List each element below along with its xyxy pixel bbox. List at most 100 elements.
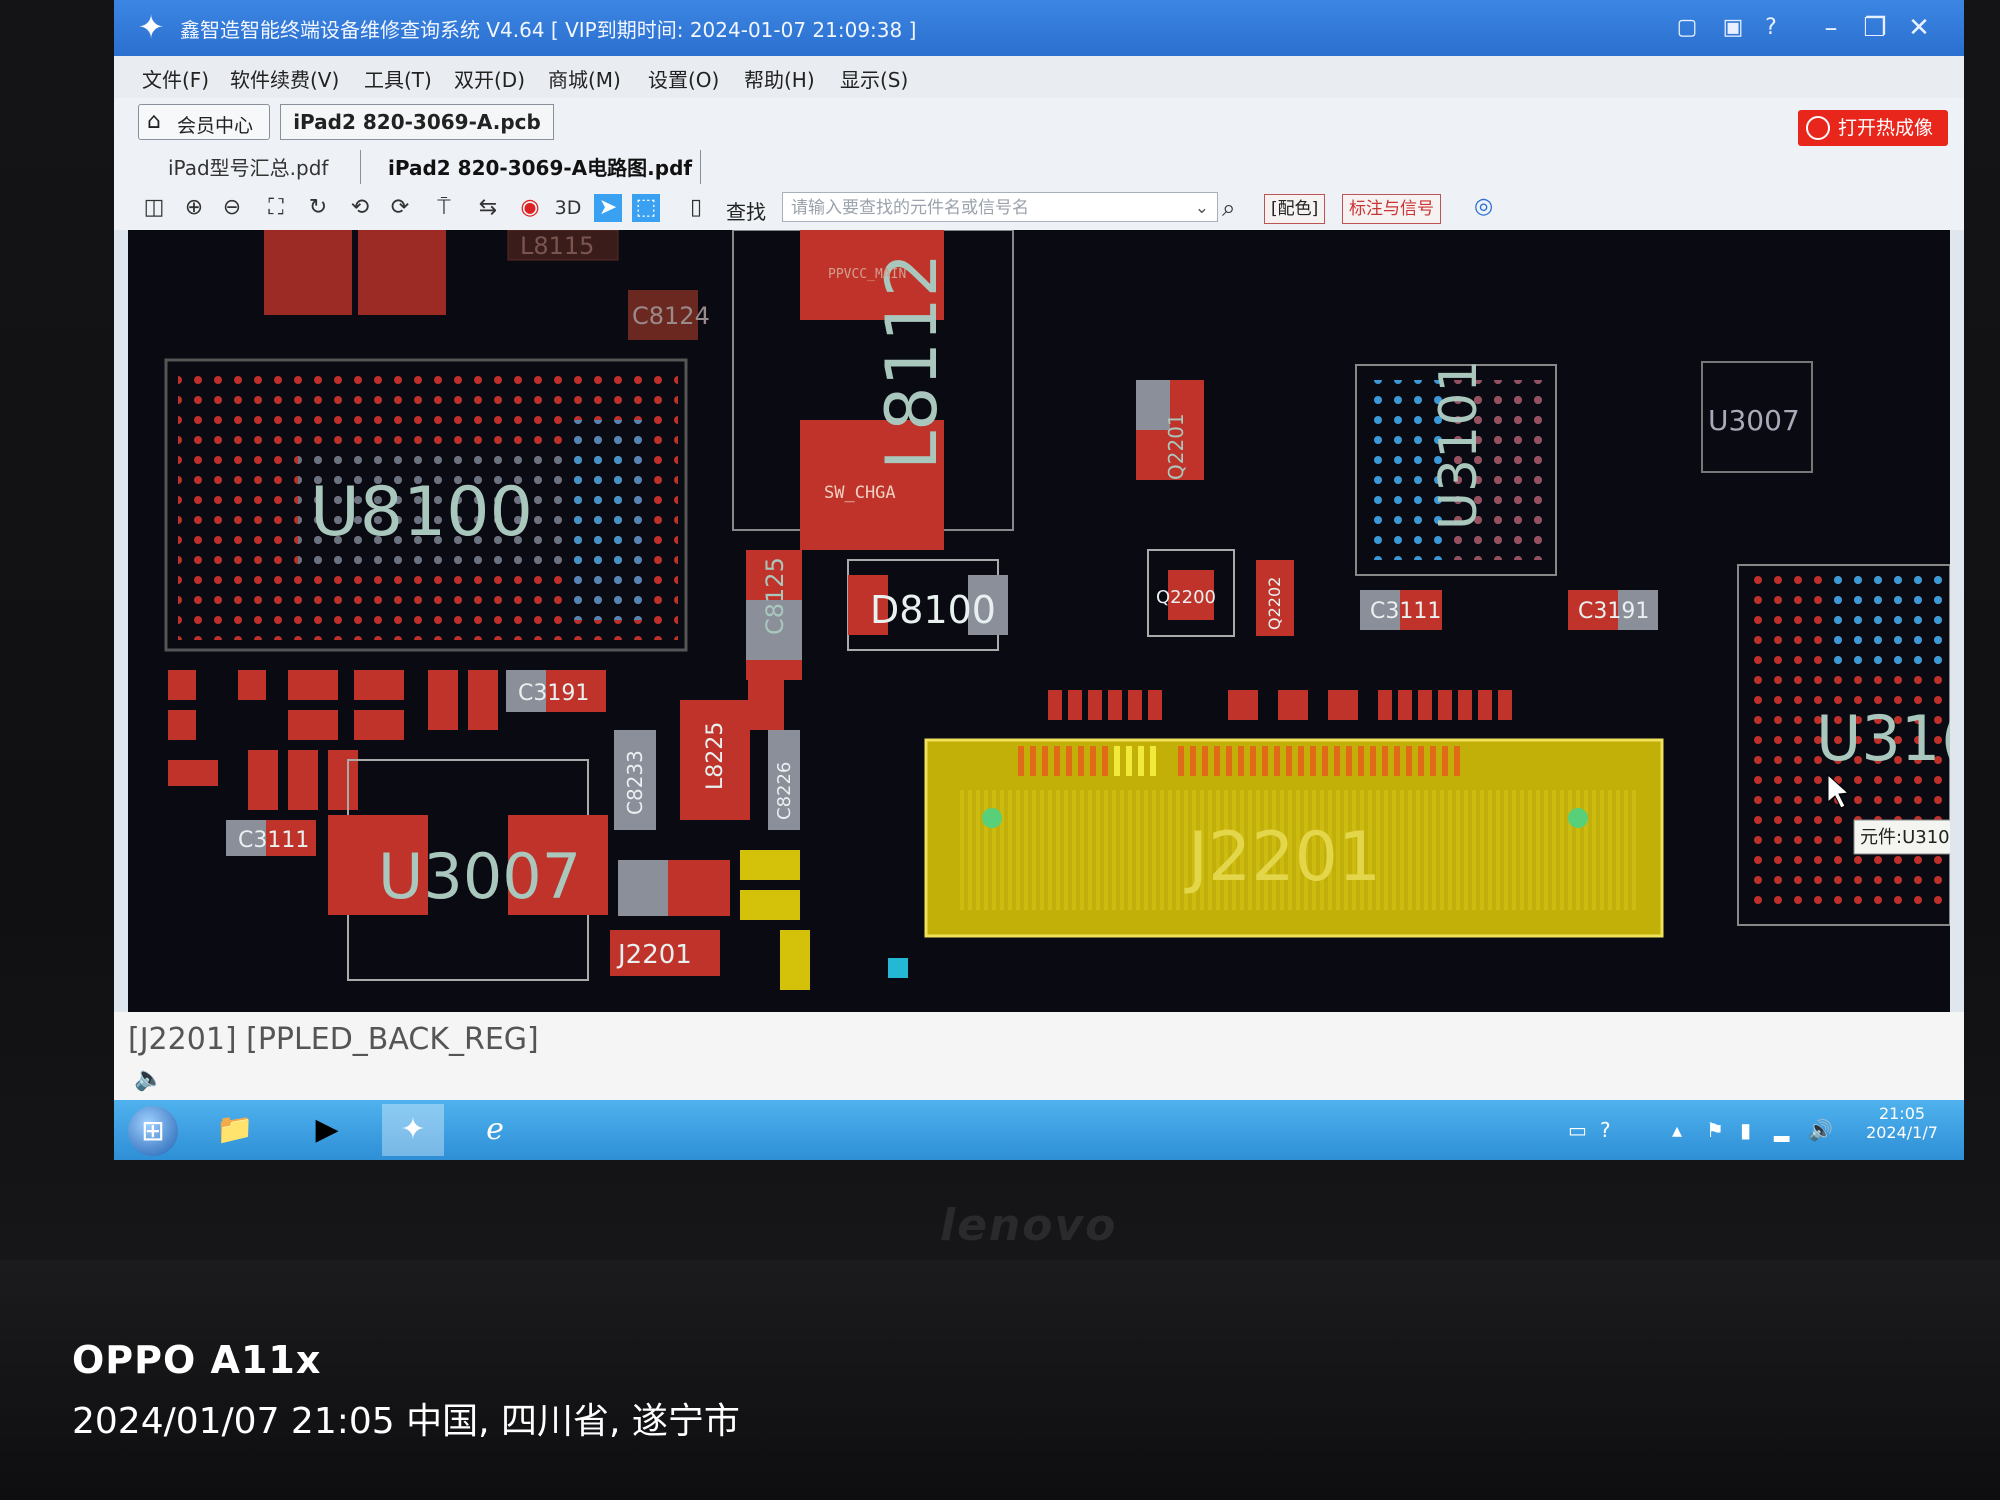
label-l8115: L8115 bbox=[520, 232, 594, 260]
label-sw-chga: SW_CHGA bbox=[824, 483, 896, 503]
mirror-icon[interactable]: ⇆ bbox=[474, 194, 502, 222]
label-u8100: U8100 bbox=[310, 473, 533, 552]
label-q2202: Q2202 bbox=[1265, 577, 1284, 630]
menu-display[interactable]: 显示(S) bbox=[840, 64, 908, 93]
zoom-in-icon[interactable]: ⊕ bbox=[180, 194, 208, 222]
status-area: [J2201] [PPLED_BACK_REG] 🔈 bbox=[114, 1012, 1964, 1100]
tray-expand-icon[interactable]: ▴ bbox=[1672, 1118, 1682, 1142]
menu-store[interactable]: 商城(M) bbox=[548, 64, 621, 93]
tray-volume-icon[interactable]: 🔊 bbox=[1808, 1118, 1833, 1142]
document-tab-bar: iPad型号汇总.pdf iPad2 820-3069-A电路图.pdf bbox=[114, 148, 1964, 187]
tab-divider bbox=[700, 150, 701, 184]
photo-info-watermark: 2024/01/07 21:05 中国, 四川省, 遂宁市 bbox=[72, 1401, 740, 1442]
tray-network-icon[interactable]: ▭ bbox=[1568, 1118, 1587, 1142]
title-bar: ✦ 鑫智造智能终端设备维修查询系统 V4.64 [ VIP到期时间: 2024-… bbox=[114, 0, 1964, 56]
component-tooltip: 元件:U3100 bbox=[1860, 827, 1950, 848]
close-icon[interactable]: ✕ bbox=[1902, 12, 1936, 44]
tab-ipad-models[interactable]: iPad型号汇总.pdf bbox=[168, 152, 328, 181]
restore-icon[interactable]: ❐ bbox=[1858, 12, 1892, 44]
tray-help-icon[interactable]: ? bbox=[1600, 1118, 1611, 1142]
member-center-button[interactable]: ⌂ 会员中心 bbox=[138, 104, 270, 140]
label-ppvcc-main: PPVCC_MAIN bbox=[828, 267, 906, 282]
speaker-icon[interactable]: 🔈 bbox=[134, 1064, 164, 1092]
label-d8228: J2201 bbox=[616, 940, 692, 970]
clock-time: 21:05 bbox=[1878, 1104, 1926, 1123]
label-c8154: C8233 bbox=[623, 750, 647, 815]
label-c3111: C3111 bbox=[1370, 599, 1441, 624]
mouse-icon[interactable]: ▯ bbox=[682, 194, 710, 222]
menu-settings[interactable]: 设置(O) bbox=[648, 64, 719, 93]
screen: ✦ 鑫智造智能终端设备维修查询系统 V4.64 [ VIP到期时间: 2024-… bbox=[114, 0, 1964, 1160]
start-button[interactable]: ⊞ bbox=[128, 1106, 178, 1156]
label-c8155: C3191 bbox=[518, 681, 589, 706]
tray-battery-icon[interactable]: ▮ bbox=[1740, 1118, 1751, 1142]
label-u3100: U31( bbox=[1816, 702, 1950, 775]
photo-device-watermark: OPPO A11x bbox=[72, 1338, 322, 1382]
laptop-brand-logo: lenovo bbox=[940, 1200, 1118, 1251]
label-l8229: L8225 bbox=[703, 722, 728, 790]
fit-view-icon[interactable]: ⛶ bbox=[262, 194, 290, 222]
pcb-file-tab[interactable]: iPad2 820-3069-A.pcb bbox=[280, 104, 554, 140]
tab-divider bbox=[360, 150, 361, 184]
label-q2201: Q2201 bbox=[1164, 413, 1188, 480]
help-icon[interactable]: ? bbox=[1754, 12, 1788, 44]
view-3d-button[interactable]: 3D bbox=[554, 194, 582, 222]
label-u3101: U3101 bbox=[1429, 360, 1489, 530]
label-q2200: Q2200 bbox=[1156, 587, 1216, 608]
chevron-down-icon[interactable]: ⌄ bbox=[1195, 193, 1209, 223]
window-title: 鑫智造智能终端设备维修查询系统 V4.64 [ VIP到期时间: 2024-01… bbox=[180, 18, 917, 42]
explorer-icon[interactable]: 📁 bbox=[204, 1104, 266, 1156]
label-c8124: C8124 bbox=[632, 302, 710, 330]
search-input[interactable]: 请输入要查找的元件名或信号名 ⌄ bbox=[782, 192, 1218, 222]
pcb-drawing[interactable]: U8100 L8115 C8124 L8112 SW_CHGA PPVCC_MA… bbox=[128, 230, 1950, 1012]
tray-flag-icon[interactable]: ⚑ bbox=[1706, 1118, 1724, 1142]
thermal-imaging-label: 打开热成像 bbox=[1838, 117, 1934, 139]
home-icon: ⌂ bbox=[147, 109, 161, 134]
label-c8226: C3111 bbox=[238, 828, 309, 853]
label-l8225: U3007 bbox=[378, 840, 581, 913]
eye-icon[interactable]: ◎ bbox=[1474, 194, 1493, 219]
rotate-left-icon[interactable]: ⟲ bbox=[346, 194, 374, 222]
clock-date: 2024/1/7 bbox=[1866, 1123, 1938, 1142]
rotate-right-icon[interactable]: ⟳ bbox=[386, 194, 414, 222]
menu-tools[interactable]: 工具(T) bbox=[364, 64, 432, 93]
zoom-out-icon[interactable]: ⊖ bbox=[218, 194, 246, 222]
pcb-canvas[interactable]: U8100 L8115 C8124 L8112 SW_CHGA PPVCC_MA… bbox=[128, 230, 1950, 1012]
taskbar-clock[interactable]: 21:05 2024/1/7 bbox=[1852, 1104, 1952, 1142]
find-label: 查找 bbox=[726, 200, 766, 224]
label-c8237: C8226 bbox=[774, 762, 795, 820]
select-arrow-icon[interactable]: ➤ bbox=[594, 194, 622, 222]
label-c8125: C8125 bbox=[761, 557, 789, 635]
signal-status-text: [J2201] [PPLED_BACK_REG] bbox=[128, 1022, 539, 1057]
label-l8112: L8112 bbox=[871, 253, 953, 470]
tray-signal-icon[interactable]: ▂ bbox=[1774, 1118, 1789, 1142]
taskbar: ⊞ 📁 ▶ ✦ ℯ ▭ ? ▴ ⚑ ▮ ▂ 🔊 21:05 2024/1/7 bbox=[114, 1100, 1964, 1160]
layer-icon[interactable]: ◉ bbox=[516, 194, 544, 222]
refresh-icon[interactable]: ↻ bbox=[304, 194, 332, 222]
box-select-icon[interactable]: ⬚ bbox=[632, 194, 660, 222]
menu-bar: 文件(F) 软件续费(V) 工具(T) 双开(D) 商城(M) 设置(O) 帮助… bbox=[114, 56, 1964, 99]
member-center-label: 会员中心 bbox=[177, 115, 254, 137]
search-placeholder: 请输入要查找的元件名或信号名 bbox=[791, 198, 1029, 218]
search-icon[interactable]: ⌕ bbox=[1222, 194, 1235, 222]
label-u3007-text: U3007 bbox=[1708, 404, 1800, 437]
screen-icon[interactable]: ▣ bbox=[1716, 12, 1750, 44]
label-j2201: J2201 bbox=[1184, 818, 1381, 897]
probe-icon[interactable]: ⍑ bbox=[430, 194, 458, 222]
toolbar: ◫ ⊕ ⊖ ⛶ ↻ ⟲ ⟳ ⍑ ⇆ ◉ 3D ➤ ⬚ ▯ 查找 请输入要查找的元… bbox=[114, 186, 1964, 230]
menu-dual-open[interactable]: 双开(D) bbox=[454, 64, 525, 93]
split-view-icon[interactable]: ◫ bbox=[140, 194, 168, 222]
menu-renew[interactable]: 软件续费(V) bbox=[230, 64, 339, 93]
lock-icon[interactable]: ▢ bbox=[1670, 12, 1704, 44]
repair-app-taskbar-icon[interactable]: ✦ bbox=[382, 1104, 444, 1156]
label-c3191: C3191 bbox=[1578, 599, 1649, 624]
annotation-signal-button[interactable]: 标注与信号 bbox=[1342, 194, 1441, 224]
menu-help[interactable]: 帮助(H) bbox=[744, 64, 815, 93]
minimize-icon[interactable]: – bbox=[1814, 12, 1848, 44]
color-scheme-button[interactable]: [配色] bbox=[1264, 194, 1326, 224]
thermal-imaging-button[interactable]: 打开热成像 bbox=[1798, 110, 1948, 146]
media-player-icon[interactable]: ▶ bbox=[296, 1104, 358, 1156]
menu-file[interactable]: 文件(F) bbox=[142, 64, 209, 93]
ie-browser-icon[interactable]: ℯ bbox=[464, 1104, 526, 1156]
tab-schematic[interactable]: iPad2 820-3069-A电路图.pdf bbox=[388, 152, 692, 181]
